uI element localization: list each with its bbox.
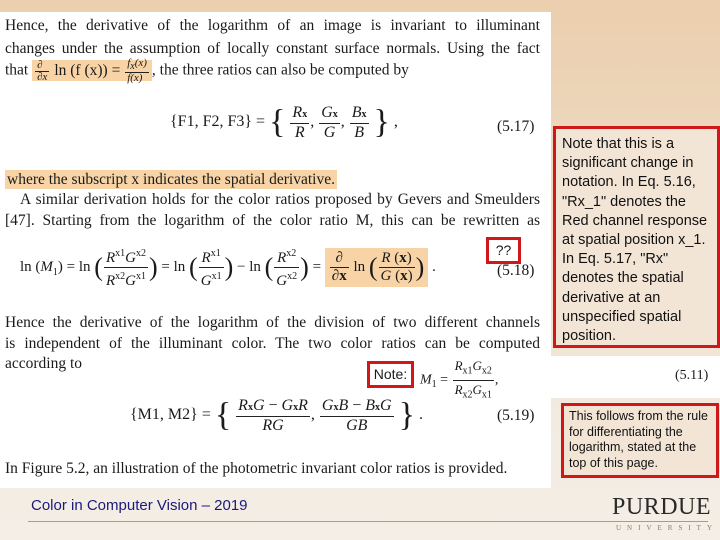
para1-line2: changes under the assumption of locally …	[5, 40, 540, 57]
para1-line3: that ∂ ∂x ln (f (x)) = fx(x) f(x), the thr…	[5, 57, 409, 85]
equation-5-18: ln (M1) = ln (Rx1Gx2 Rx2Gx1) = ln (Rx1 Gx1…	[20, 245, 436, 290]
footer-divider	[28, 521, 708, 522]
footer-title: Color in Computer Vision – 2019	[31, 497, 248, 514]
equation-5-17: {F1, F2, F3} = { Rx R, Gx G, Bx B } ,	[170, 103, 398, 141]
highlighted-derivative: ∂ ∂x ln (R (x) G (x))	[324, 248, 429, 287]
rule-note-box: This follows from the rule for different…	[561, 403, 719, 478]
para1-line1: Hence, the derivative of the logarithm o…	[5, 17, 540, 34]
para3-line2: is independent of the illuminant color. …	[5, 335, 540, 352]
purdue-logo: PURDUE	[612, 494, 712, 520]
equation-number-5-19: (5.19)	[497, 407, 535, 424]
notation-note-box: Note that this is a significant change i…	[553, 126, 720, 348]
equation-number-5-18: (5.18)	[497, 262, 535, 279]
para3-line1: Hence the derivative of the logarithm of…	[5, 314, 540, 331]
highlighted-formula: ∂ ∂x ln (f (x)) = fx(x) f(x)	[32, 58, 152, 84]
where-line: where the subscript x indicates the spat…	[5, 170, 337, 189]
para2-line2: [47]. Starting from the logarithm of the…	[5, 212, 540, 229]
note-label-annotation: Note:	[367, 361, 414, 388]
equation-number-5-17: (5.17)	[497, 118, 535, 135]
question-marks-annotation: ??	[486, 237, 521, 264]
equation-5-19: {M1, M2} = { RxG − GxR RG, GxB − BxG GB } …	[130, 396, 423, 434]
last-line: In Figure 5.2, an illustration of the ph…	[5, 460, 508, 477]
equation-5-11: M1 = Rx1Gx2 Rx2Gx1,	[420, 358, 499, 401]
para2-line1: A similar derivation holds for the color…	[20, 191, 540, 208]
purdue-logo-subtitle: UNIVERSITY	[616, 524, 718, 532]
equation-number-5-11: (5.11)	[675, 368, 709, 383]
